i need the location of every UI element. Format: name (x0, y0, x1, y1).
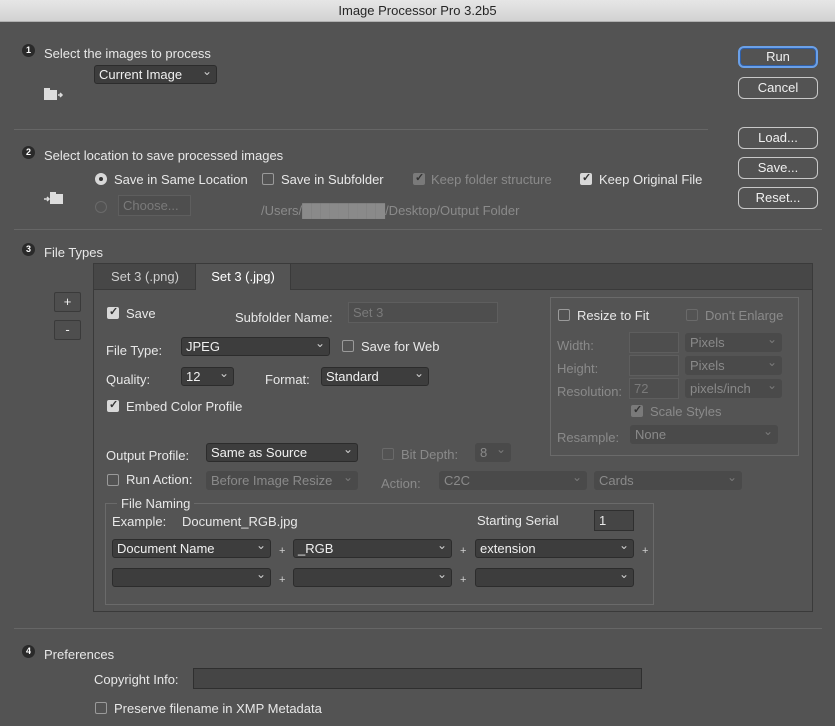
width-unit-select[interactable]: Pixels (685, 333, 782, 352)
tab-set3-png[interactable]: Set 3 (.png) (95, 264, 195, 290)
action-label: Action: (381, 476, 421, 491)
resolution-label: Resolution: (557, 384, 623, 399)
naming-plus: + (642, 545, 649, 557)
output-profile-select[interactable]: Same as Source (206, 443, 358, 462)
quality-select[interactable]: 12 (181, 367, 234, 386)
bit-depth-select[interactable]: 8 (475, 443, 511, 462)
format-label: Format: (265, 372, 310, 387)
file-naming-title: File Naming (117, 496, 195, 511)
output-profile-label: Output Profile: (106, 448, 190, 463)
step-1-number: 1 (22, 44, 35, 57)
save-same-location-radio[interactable] (95, 173, 107, 185)
naming-field-6[interactable] (475, 568, 634, 587)
keep-folder-structure-checkbox[interactable] (413, 171, 425, 185)
save-label: Save (126, 306, 156, 321)
save-for-web-checkbox[interactable] (342, 340, 354, 352)
naming-field-4[interactable] (112, 568, 271, 587)
scale-styles-checkbox[interactable] (631, 403, 643, 417)
quality-label: Quality: (106, 372, 151, 387)
example-label: Example: (112, 514, 167, 529)
reset-button[interactable]: Reset... (738, 187, 818, 209)
save-settings-button[interactable]: Save... (738, 157, 818, 179)
width-label: Width: (557, 338, 594, 353)
naming-plus: + (460, 574, 467, 586)
subfolder-name-input[interactable]: Set 3 (348, 302, 498, 323)
run-action-label: Run Action: (126, 472, 193, 487)
open-folder-icon (44, 88, 64, 105)
naming-plus: + (279, 574, 286, 586)
choose-button[interactable]: Choose... (118, 195, 191, 216)
choose-location-radio[interactable] (95, 201, 107, 213)
subfolder-name-label: Subfolder Name: (235, 310, 333, 325)
action-set-select[interactable]: C2C (439, 471, 587, 490)
starting-serial-label: Starting Serial (477, 513, 559, 528)
preserve-filename-checkbox[interactable] (95, 702, 107, 714)
step-2-title: Select location to save processed images (44, 148, 284, 163)
dont-enlarge-checkbox[interactable] (686, 309, 698, 321)
copyright-input[interactable] (193, 668, 642, 689)
resolution-input[interactable]: 72 (629, 378, 679, 399)
tab-set3-jpg[interactable]: Set 3 (.jpg) (195, 264, 291, 291)
step-2-number: 2 (22, 146, 35, 159)
step-3-number: 3 (22, 243, 35, 256)
save-checkbox[interactable] (107, 305, 119, 319)
file-type-label: File Type: (106, 343, 163, 358)
height-label: Height: (557, 361, 599, 376)
action-name-select[interactable]: Cards (594, 471, 742, 490)
step-4-title: Preferences (44, 647, 115, 662)
width-input[interactable] (629, 332, 679, 353)
run-button[interactable]: Run (738, 46, 818, 68)
add-file-type-button[interactable]: + (54, 292, 81, 312)
run-action-when-select[interactable]: Before Image Resize (206, 471, 358, 490)
copyright-label: Copyright Info: (94, 672, 179, 687)
keep-original-file-checkbox[interactable] (580, 171, 592, 185)
run-action-checkbox[interactable] (107, 474, 119, 486)
destination-folder-icon (44, 192, 64, 209)
example-value: Document_RGB.jpg (182, 514, 298, 529)
starting-serial-input[interactable]: 1 (594, 510, 634, 531)
save-in-subfolder-checkbox[interactable] (262, 173, 274, 185)
cancel-button[interactable]: Cancel (738, 77, 818, 99)
embed-color-profile-label: Embed Color Profile (126, 399, 243, 414)
height-unit-select[interactable]: Pixels (685, 356, 782, 375)
resample-label: Resample: (557, 430, 620, 445)
output-path: /Users/█████████/Desktop/Output Folder (261, 203, 520, 218)
remove-file-type-button[interactable]: - (54, 320, 81, 340)
format-select[interactable]: Standard (321, 367, 429, 386)
naming-field-5[interactable] (293, 568, 452, 587)
file-type-select[interactable]: JPEG (181, 337, 330, 356)
naming-plus: + (279, 545, 286, 557)
keep-folder-structure-label: Keep folder structure (431, 172, 552, 187)
resize-to-fit-label: Resize to Fit (577, 308, 650, 323)
step-1-title: Select the images to process (44, 46, 211, 61)
window-title: Image Processor Pro 3.2b5 (0, 0, 835, 22)
embed-color-profile-checkbox[interactable] (107, 398, 119, 412)
separator (14, 229, 822, 230)
keep-original-file-label: Keep Original File (599, 172, 703, 187)
height-input[interactable] (629, 355, 679, 376)
resample-select[interactable]: None (630, 425, 778, 444)
naming-field-3[interactable]: extension (475, 539, 634, 558)
naming-field-1[interactable]: Document Name (112, 539, 271, 558)
preserve-filename-label: Preserve filename in XMP Metadata (114, 701, 322, 716)
source-select[interactable]: Current Image (94, 65, 217, 84)
save-in-subfolder-label: Save in Subfolder (281, 172, 384, 187)
bit-depth-label: Bit Depth: (401, 447, 459, 462)
dont-enlarge-label: Don't Enlarge (705, 308, 784, 323)
bit-depth-checkbox[interactable] (382, 448, 394, 460)
scale-styles-label: Scale Styles (650, 404, 722, 419)
separator (14, 628, 822, 629)
step-3-title: File Types (44, 245, 104, 260)
naming-field-2[interactable]: _RGB (293, 539, 452, 558)
separator (14, 129, 708, 130)
save-for-web-label: Save for Web (361, 339, 440, 354)
load-button[interactable]: Load... (738, 127, 818, 149)
resolution-unit-select[interactable]: pixels/inch (685, 379, 782, 398)
resize-to-fit-checkbox[interactable] (558, 309, 570, 321)
naming-plus: + (460, 545, 467, 557)
save-same-location-label: Save in Same Location (114, 172, 248, 187)
step-4-number: 4 (22, 645, 35, 658)
